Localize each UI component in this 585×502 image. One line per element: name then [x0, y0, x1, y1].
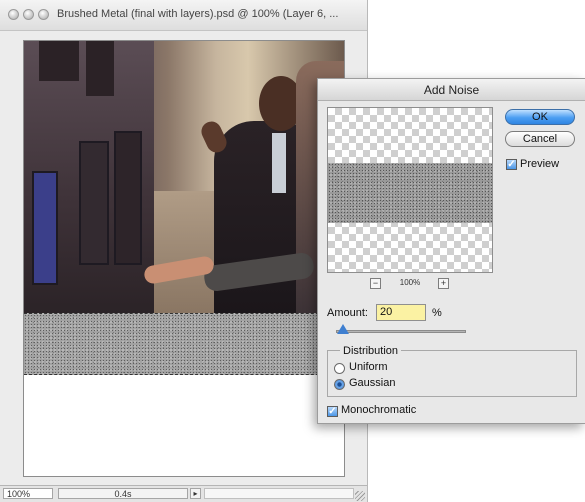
status-menu-arrow-icon[interactable]: ▸: [190, 488, 201, 499]
close-window-icon[interactable]: [8, 9, 19, 20]
resize-grip-icon[interactable]: [355, 491, 365, 501]
monochromatic-label[interactable]: Monochromatic: [341, 404, 416, 416]
status-info: 0.4s: [58, 488, 188, 499]
document-canvas[interactable]: [23, 40, 345, 477]
filter-preview[interactable]: [327, 107, 493, 273]
zoom-out-button[interactable]: −: [370, 278, 381, 289]
document-title: Brushed Metal (final with layers).psd @ …: [57, 8, 339, 20]
zoom-in-button[interactable]: +: [438, 278, 449, 289]
amount-slider-thumb[interactable]: [336, 324, 349, 334]
document-titlebar[interactable]: Brushed Metal (final with layers).psd @ …: [0, 0, 367, 31]
cancel-button[interactable]: Cancel: [505, 131, 575, 147]
dialog-title: Add Noise: [423, 83, 480, 97]
document-window: Brushed Metal (final with layers).psd @ …: [0, 0, 368, 502]
distribution-legend: Distribution: [340, 345, 402, 357]
amount-slider[interactable]: [336, 330, 466, 333]
amount-unit: %: [432, 307, 442, 319]
minimize-window-icon[interactable]: [23, 9, 34, 20]
distribution-group: [327, 350, 577, 397]
photo-layer: [24, 41, 344, 313]
preview-label: Preview: [520, 158, 560, 170]
zoom-level-field[interactable]: 100%: [3, 488, 53, 499]
status-bar: 100% 0.4s ▸: [0, 485, 367, 502]
zoom-window-icon[interactable]: [38, 9, 49, 20]
preview-noise: [328, 163, 492, 223]
amount-label: Amount:: [327, 307, 368, 319]
preview-checkbox[interactable]: ✓: [506, 159, 517, 170]
preview-zoom-level: 100%: [399, 278, 421, 287]
ok-button[interactable]: OK: [505, 109, 575, 125]
gaussian-label[interactable]: Gaussian: [349, 377, 395, 389]
gaussian-radio[interactable]: [334, 379, 345, 390]
noise-selection: [24, 313, 344, 375]
horizontal-scrollbar[interactable]: [204, 488, 354, 499]
dialog-titlebar[interactable]: Add Noise: [318, 79, 585, 101]
monochromatic-checkbox[interactable]: ✓: [327, 406, 338, 417]
uniform-label[interactable]: Uniform: [349, 361, 388, 373]
uniform-radio[interactable]: [334, 363, 345, 374]
add-noise-dialog: Add Noise − 100% + OK Cancel ✓ Preview A…: [317, 78, 585, 424]
amount-input[interactable]: 20: [376, 304, 426, 321]
